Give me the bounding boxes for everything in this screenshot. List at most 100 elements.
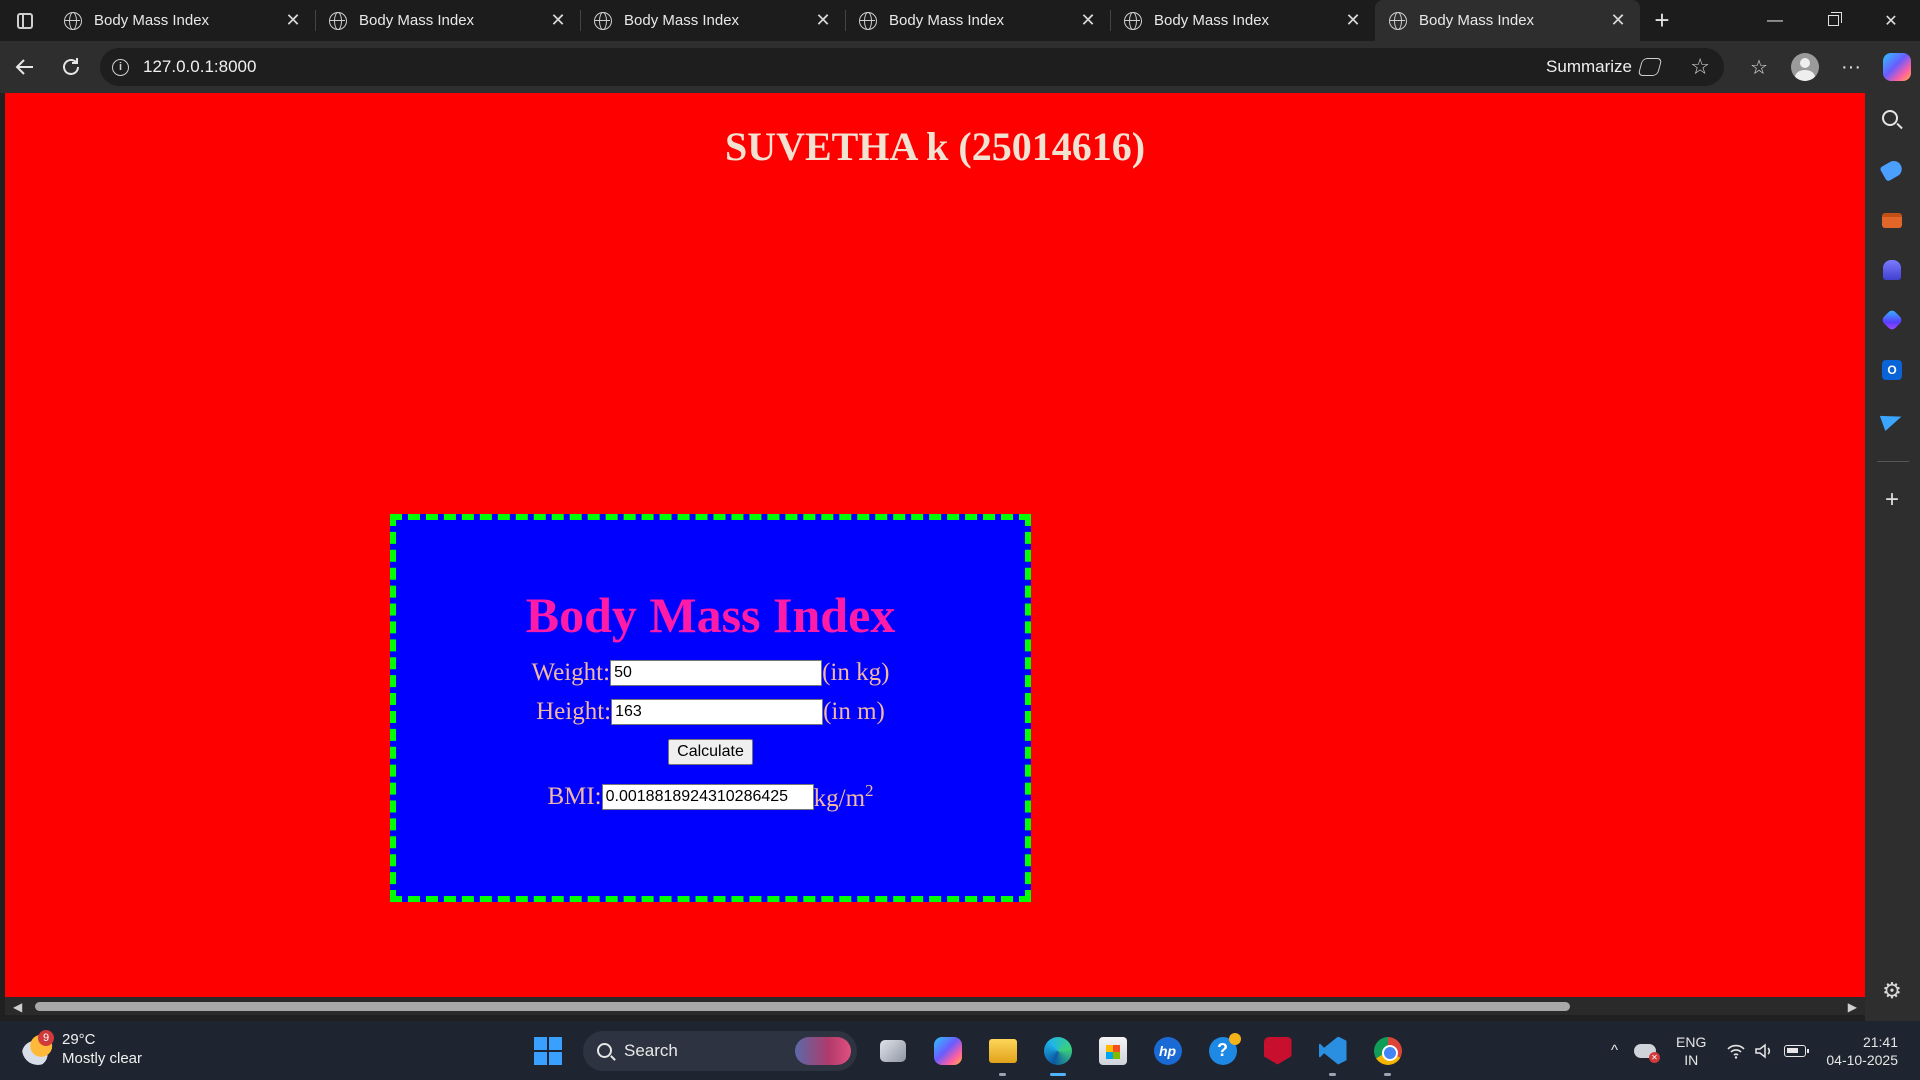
close-tab-icon[interactable]: ✕ bbox=[1608, 10, 1628, 31]
globe-icon bbox=[1389, 11, 1407, 30]
language-indicator[interactable]: ENG IN bbox=[1664, 1033, 1718, 1069]
tab-title: Body Mass Index bbox=[1154, 12, 1270, 29]
mcafee-app[interactable] bbox=[1250, 1021, 1305, 1080]
height-row: Height: (in m) bbox=[396, 698, 1025, 726]
calculate-button[interactable]: Calculate bbox=[668, 739, 753, 765]
info-icon[interactable]: i bbox=[112, 58, 129, 76]
tab-title: Body Mass Index bbox=[359, 12, 475, 29]
weight-input[interactable] bbox=[610, 660, 823, 686]
hp-app[interactable]: hp bbox=[1140, 1021, 1195, 1080]
battery-icon bbox=[1784, 1044, 1810, 1057]
store-app[interactable] bbox=[1085, 1021, 1140, 1080]
close-tab-icon[interactable]: ✕ bbox=[283, 10, 303, 31]
bmi-calculator-box: Body Mass Index Weight: (in kg) Height: … bbox=[390, 514, 1031, 902]
sidebar-games-button[interactable] bbox=[1879, 257, 1905, 283]
sidebar-send-button[interactable] bbox=[1879, 407, 1905, 433]
chevron-up-icon: ^ bbox=[1610, 1042, 1619, 1059]
copilot-button[interactable] bbox=[1874, 41, 1920, 93]
height-input[interactable] bbox=[611, 699, 824, 725]
favorites-button[interactable]: ☆ bbox=[1736, 41, 1782, 93]
bmi-title: Body Mass Index bbox=[525, 587, 896, 643]
vscode-app[interactable] bbox=[1305, 1021, 1360, 1080]
weather-badge: 9 bbox=[38, 1030, 54, 1046]
more-button[interactable]: ··· bbox=[1828, 41, 1874, 93]
close-tab-icon[interactable]: ✕ bbox=[813, 10, 833, 31]
tab-title: Body Mass Index bbox=[624, 12, 740, 29]
tab[interactable]: Body Mass Index ✕ bbox=[845, 0, 1110, 41]
edge-app[interactable] bbox=[1030, 1021, 1085, 1080]
taskbar-search[interactable]: Search bbox=[583, 1030, 857, 1071]
right-toolbar: ☆ ··· bbox=[1736, 41, 1920, 93]
copilot-icon bbox=[933, 1036, 962, 1065]
tab-active[interactable]: Body Mass Index ✕ bbox=[1375, 0, 1640, 41]
mcafee-icon bbox=[1263, 1036, 1292, 1065]
tab-actions-icon bbox=[17, 12, 33, 29]
quick-settings-button[interactable] bbox=[1718, 1042, 1814, 1059]
copilot-app[interactable] bbox=[920, 1021, 975, 1080]
globe-icon bbox=[1124, 11, 1142, 30]
sidebar-tools-button[interactable] bbox=[1879, 207, 1905, 233]
favorites-icon: ☆ bbox=[1750, 56, 1768, 79]
start-button[interactable] bbox=[520, 1021, 575, 1080]
summarize-button[interactable]: Summarize bbox=[1546, 48, 1663, 86]
scrollbar-thumb[interactable] bbox=[35, 1002, 1570, 1011]
reload-button[interactable] bbox=[48, 47, 94, 87]
scroll-right-icon[interactable]: ▶ bbox=[1848, 1000, 1857, 1014]
horizontal-scrollbar[interactable]: ◀ ▶ bbox=[5, 997, 1865, 1015]
task-view-button[interactable] bbox=[865, 1021, 920, 1080]
sidebar-shopping-button[interactable] bbox=[1879, 157, 1905, 183]
search-icon bbox=[597, 1043, 612, 1058]
url-text[interactable]: 127.0.0.1:8000 bbox=[143, 57, 256, 77]
file-explorer-app[interactable] bbox=[975, 1021, 1030, 1080]
tab[interactable]: Body Mass Index ✕ bbox=[315, 0, 580, 41]
minimize-button[interactable]: — bbox=[1746, 0, 1804, 41]
games-icon bbox=[1883, 260, 1901, 280]
tab-actions-button[interactable] bbox=[0, 0, 50, 41]
onedrive-error-icon bbox=[1634, 1043, 1661, 1063]
close-tab-icon[interactable]: ✕ bbox=[548, 10, 568, 31]
help-app[interactable]: ? bbox=[1195, 1021, 1250, 1080]
weather-widget[interactable]: 9 29°C Mostly clear bbox=[22, 1030, 142, 1068]
windows-logo-icon bbox=[533, 1036, 562, 1065]
tab-title: Body Mass Index bbox=[889, 12, 1005, 29]
sidebar-divider bbox=[1877, 461, 1909, 462]
chrome-icon bbox=[1373, 1036, 1402, 1065]
tab-title: Body Mass Index bbox=[1419, 12, 1535, 29]
sidebar-m365-button[interactable] bbox=[1879, 307, 1905, 333]
add-favorite-button[interactable]: ☆ bbox=[1690, 48, 1710, 86]
more-icon: ··· bbox=[1841, 55, 1861, 78]
chrome-app[interactable] bbox=[1360, 1021, 1415, 1080]
address-bar[interactable]: i 127.0.0.1:8000 Summarize ☆ bbox=[100, 48, 1724, 86]
clock[interactable]: 21:41 04-10-2025 bbox=[1814, 1033, 1920, 1069]
new-tab-button[interactable]: + bbox=[1640, 0, 1684, 41]
search-label: Search bbox=[624, 1040, 678, 1060]
scroll-left-icon[interactable]: ◀ bbox=[13, 1000, 22, 1014]
tab[interactable]: Body Mass Index ✕ bbox=[1110, 0, 1375, 41]
sidebar-settings-button[interactable]: ⚙ bbox=[1879, 978, 1905, 1004]
weather-text: 29°C Mostly clear bbox=[62, 1030, 142, 1068]
back-button[interactable] bbox=[2, 47, 48, 87]
close-tab-icon[interactable]: ✕ bbox=[1343, 10, 1363, 31]
clock-time: 21:41 bbox=[1862, 1033, 1898, 1050]
region-code: IN bbox=[1684, 1051, 1699, 1068]
tab[interactable]: Body Mass Index ✕ bbox=[50, 0, 315, 41]
tab-strip: Body Mass Index ✕ Body Mass Index ✕ Body… bbox=[0, 0, 1920, 41]
restore-button[interactable] bbox=[1804, 0, 1862, 41]
page-heading: SUVETHA k (25014616) bbox=[724, 124, 1146, 169]
sidebar-add-button[interactable]: + bbox=[1879, 486, 1905, 513]
show-hidden-icons-button[interactable]: ^ bbox=[1603, 1042, 1626, 1059]
height-unit: (in m) bbox=[823, 698, 885, 725]
globe-icon bbox=[594, 11, 612, 30]
hp-icon: hp bbox=[1153, 1036, 1182, 1065]
sidebar-outlook-button[interactable]: O bbox=[1879, 357, 1905, 383]
profile-button[interactable] bbox=[1782, 41, 1828, 93]
bmi-output-field[interactable] bbox=[601, 784, 814, 810]
tab[interactable]: Body Mass Index ✕ bbox=[580, 0, 845, 41]
tools-icon bbox=[1882, 212, 1902, 228]
close-window-button[interactable]: ✕ bbox=[1862, 0, 1920, 41]
search-icon bbox=[1882, 110, 1898, 126]
edge-icon bbox=[1043, 1036, 1072, 1065]
sidebar-search-button[interactable] bbox=[1879, 107, 1905, 133]
onedrive-button[interactable] bbox=[1626, 1043, 1664, 1063]
close-tab-icon[interactable]: ✕ bbox=[1078, 10, 1098, 31]
